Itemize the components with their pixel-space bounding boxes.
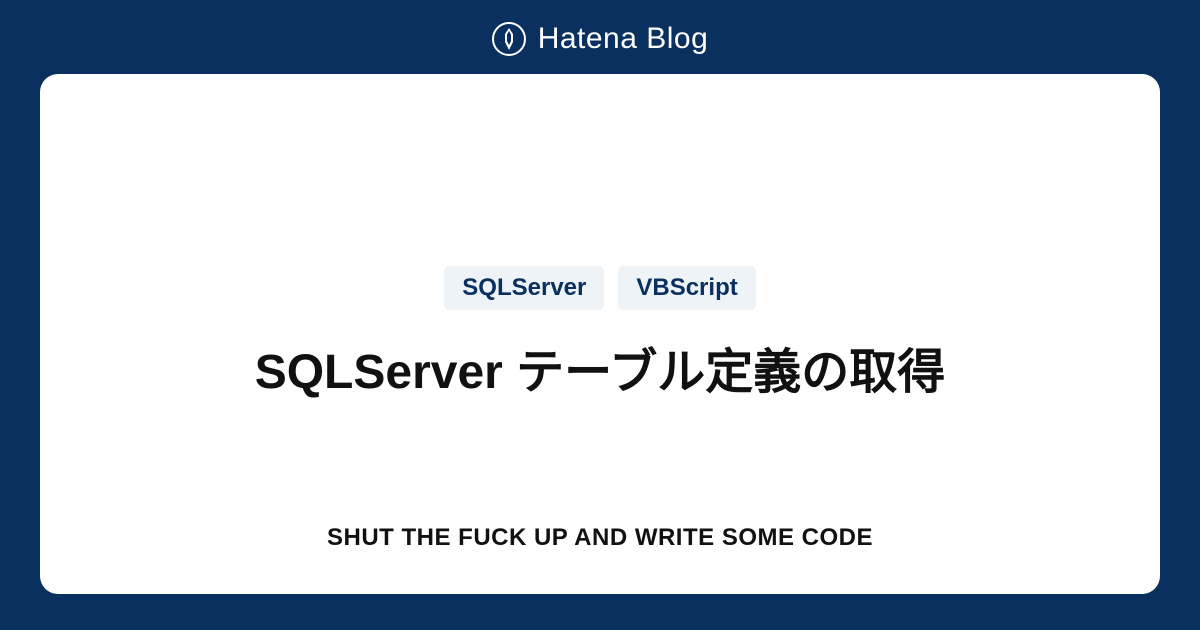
article-title: SQLServer テーブル定義の取得 — [255, 332, 946, 402]
tag-item: VBScript — [618, 266, 755, 310]
tag-list: SQLServer VBScript — [444, 266, 755, 310]
card-content: SQLServer VBScript SQLServer テーブル定義の取得 — [255, 114, 946, 554]
og-card: SQLServer VBScript SQLServer テーブル定義の取得 S… — [40, 74, 1160, 594]
tag-item: SQLServer — [444, 266, 604, 310]
brand-name: Hatena Blog — [538, 22, 709, 56]
blog-title: SHUT THE FUCK UP AND WRITE SOME CODE — [327, 524, 873, 552]
brand-header: Hatena Blog — [492, 0, 709, 74]
hatena-logo-icon — [492, 22, 526, 56]
